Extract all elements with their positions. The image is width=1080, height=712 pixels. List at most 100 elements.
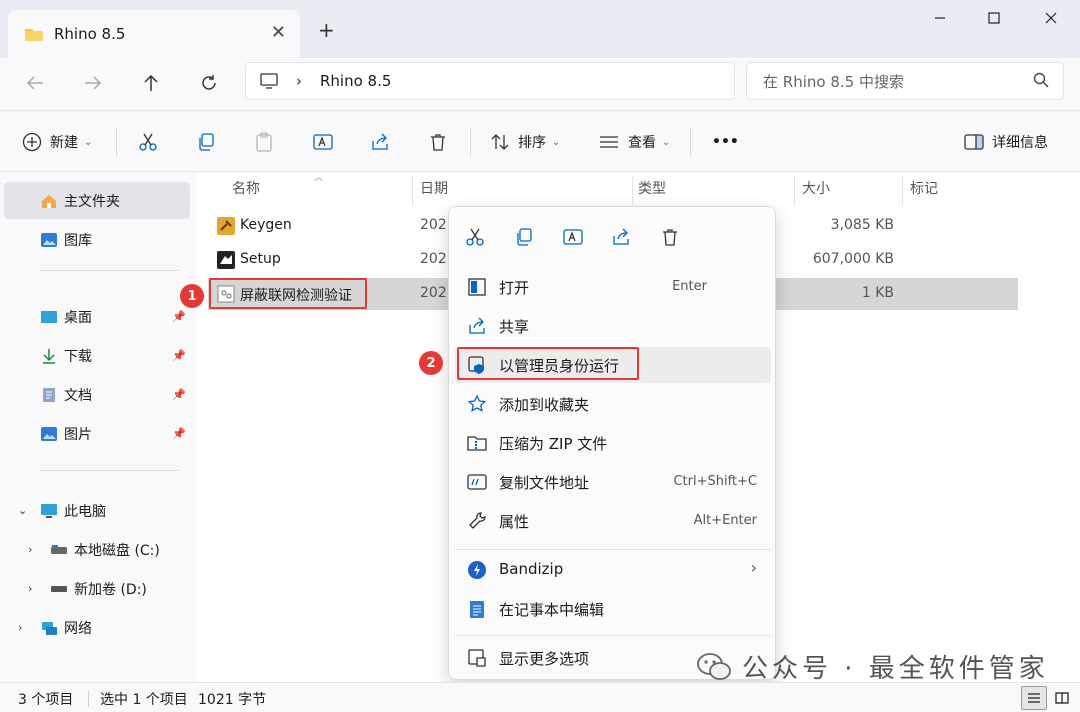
menu-item-compress-zip[interactable]: 压缩为 ZIP 文件: [455, 425, 771, 461]
watermark-text: 公众号 · 最全软件管家: [742, 654, 1049, 684]
column-header-size[interactable]: 大小: [802, 178, 830, 198]
menu-item-copy-path[interactable]: 复制文件地址 Ctrl+Shift+C: [455, 464, 771, 500]
chevron-right-icon: ›: [750, 558, 757, 577]
maximize-icon[interactable]: [979, 6, 1009, 30]
title-bar: Rhino 8.5 ✕ +: [0, 0, 1080, 58]
menu-item-edit-notepad[interactable]: 在记事本中编辑: [455, 591, 771, 627]
column-header-date[interactable]: 日期: [420, 178, 448, 198]
pin-icon[interactable]: 📌: [172, 310, 186, 323]
delete-button[interactable]: [428, 129, 448, 155]
column-header-name[interactable]: 名称: [232, 178, 260, 198]
sidebar-item-drive-d[interactable]: › 新加卷 (D:): [4, 570, 190, 607]
refresh-icon[interactable]: [194, 68, 224, 98]
tiles-view-icon: [1055, 692, 1069, 704]
wrench-icon: [467, 511, 487, 531]
network-icon: [40, 620, 58, 636]
new-tab-button[interactable]: +: [318, 18, 335, 42]
chevron-down-icon: ⌄: [84, 136, 93, 148]
view-lines-icon: [600, 136, 618, 148]
ctx-delete-button[interactable]: [656, 223, 684, 251]
close-window-icon[interactable]: [1036, 6, 1066, 30]
cut-button[interactable]: [138, 129, 158, 155]
column-header-type[interactable]: 类型: [638, 178, 666, 198]
sort-button[interactable]: 排序 ⌄: [490, 129, 560, 155]
details-view-button[interactable]: [1021, 686, 1047, 710]
tab-title: Rhino 8.5: [54, 25, 126, 43]
keygen-app-icon: [217, 217, 235, 235]
sidebar-item-documents[interactable]: 文档 📌: [4, 376, 190, 413]
sidebar-item-drive-c[interactable]: › 本地磁盘 (C:): [4, 531, 190, 568]
minimize-icon[interactable]: [925, 6, 955, 30]
ctx-copy-button[interactable]: [510, 223, 538, 251]
chevron-right-icon[interactable]: ›: [18, 621, 22, 634]
highlight-box-run-as-admin: [457, 347, 639, 380]
copy-icon: [199, 133, 214, 151]
menu-item-bandizip[interactable]: Bandizip ›: [455, 552, 771, 588]
copy-button[interactable]: [196, 129, 216, 155]
column-header-tags[interactable]: 标记: [910, 178, 938, 198]
chevron-down-icon[interactable]: ⌄: [18, 504, 27, 517]
sort-ascending-icon: ︿: [314, 173, 324, 183]
drive-icon: [50, 542, 68, 558]
tab-rhino[interactable]: Rhino 8.5 ✕: [8, 10, 300, 58]
pin-icon[interactable]: 📌: [172, 427, 186, 440]
sidebar-item-this-pc[interactable]: ⌄ 此电脑: [4, 492, 190, 529]
notepad-icon: [467, 599, 487, 619]
paste-button[interactable]: [254, 129, 274, 155]
pin-icon[interactable]: 📌: [172, 388, 186, 401]
divider: [470, 127, 471, 157]
new-button[interactable]: 新建 ⌄: [22, 129, 92, 155]
status-item-count: 3 个项目: [18, 692, 74, 708]
sidebar-item-downloads[interactable]: 下载 📌: [4, 337, 190, 374]
share-icon: [613, 228, 629, 245]
ctx-share-button[interactable]: [607, 223, 635, 251]
plus-circle-icon: [22, 132, 42, 152]
ctx-rename-button[interactable]: [559, 223, 587, 251]
share-button[interactable]: [370, 129, 390, 155]
folder-icon: [25, 29, 43, 41]
chevron-right-icon[interactable]: ›: [28, 543, 32, 556]
more-dots-icon: •••: [712, 134, 739, 150]
desktop-icon: [40, 309, 58, 325]
share-icon: [372, 133, 388, 150]
column-divider: [632, 176, 633, 206]
menu-item-open[interactable]: 打开 Enter: [455, 269, 771, 305]
sidebar-item-network[interactable]: › 网络: [4, 609, 190, 646]
sidebar-item-desktop[interactable]: 桌面 📌: [4, 298, 190, 335]
address-bar[interactable]: › Rhino 8.5: [245, 62, 735, 100]
forward-arrow-icon[interactable]: [78, 68, 108, 98]
pin-icon[interactable]: 📌: [172, 349, 186, 362]
step-badge-1: 1: [180, 284, 204, 308]
more-button[interactable]: •••: [712, 129, 739, 155]
menu-item-properties[interactable]: 属性 Alt+Enter: [455, 503, 771, 539]
chevron-right-icon[interactable]: ›: [28, 582, 32, 595]
scissors-icon: [466, 228, 484, 246]
sidebar-item-pictures[interactable]: 图片 📌: [4, 415, 190, 452]
computer-icon: [40, 503, 58, 519]
back-arrow-icon[interactable]: [20, 68, 50, 98]
watermark: 公众号 · 最全软件管家: [696, 648, 1049, 685]
tiles-view-button[interactable]: [1049, 686, 1075, 710]
computer-icon: [260, 73, 278, 89]
view-button[interactable]: 查看 ⌄: [598, 129, 670, 155]
sidebar-divider: [40, 270, 180, 271]
close-tab-icon[interactable]: ✕: [271, 22, 286, 43]
highlight-box-file: [209, 278, 367, 309]
more-options-icon: [467, 648, 487, 668]
details-button[interactable]: 详细信息: [964, 129, 1048, 155]
up-arrow-icon[interactable]: [136, 68, 166, 98]
drive-icon: [50, 581, 68, 597]
document-icon: [40, 387, 58, 403]
menu-item-add-favorites[interactable]: 添加到收藏夹: [455, 386, 771, 422]
menu-item-share[interactable]: 共享: [455, 308, 771, 344]
star-icon: [467, 394, 487, 414]
rename-button[interactable]: [312, 129, 334, 155]
zip-folder-icon: [467, 433, 487, 453]
rename-icon: [563, 229, 583, 245]
ctx-cut-button[interactable]: [461, 223, 489, 251]
search-input[interactable]: 在 Rhino 8.5 中搜索: [746, 62, 1064, 100]
sidebar-item-gallery[interactable]: 图库: [4, 221, 190, 258]
list-view-icon: [1028, 693, 1040, 703]
sidebar-item-home[interactable]: 主文件夹: [4, 182, 190, 219]
open-window-icon: [467, 277, 487, 297]
